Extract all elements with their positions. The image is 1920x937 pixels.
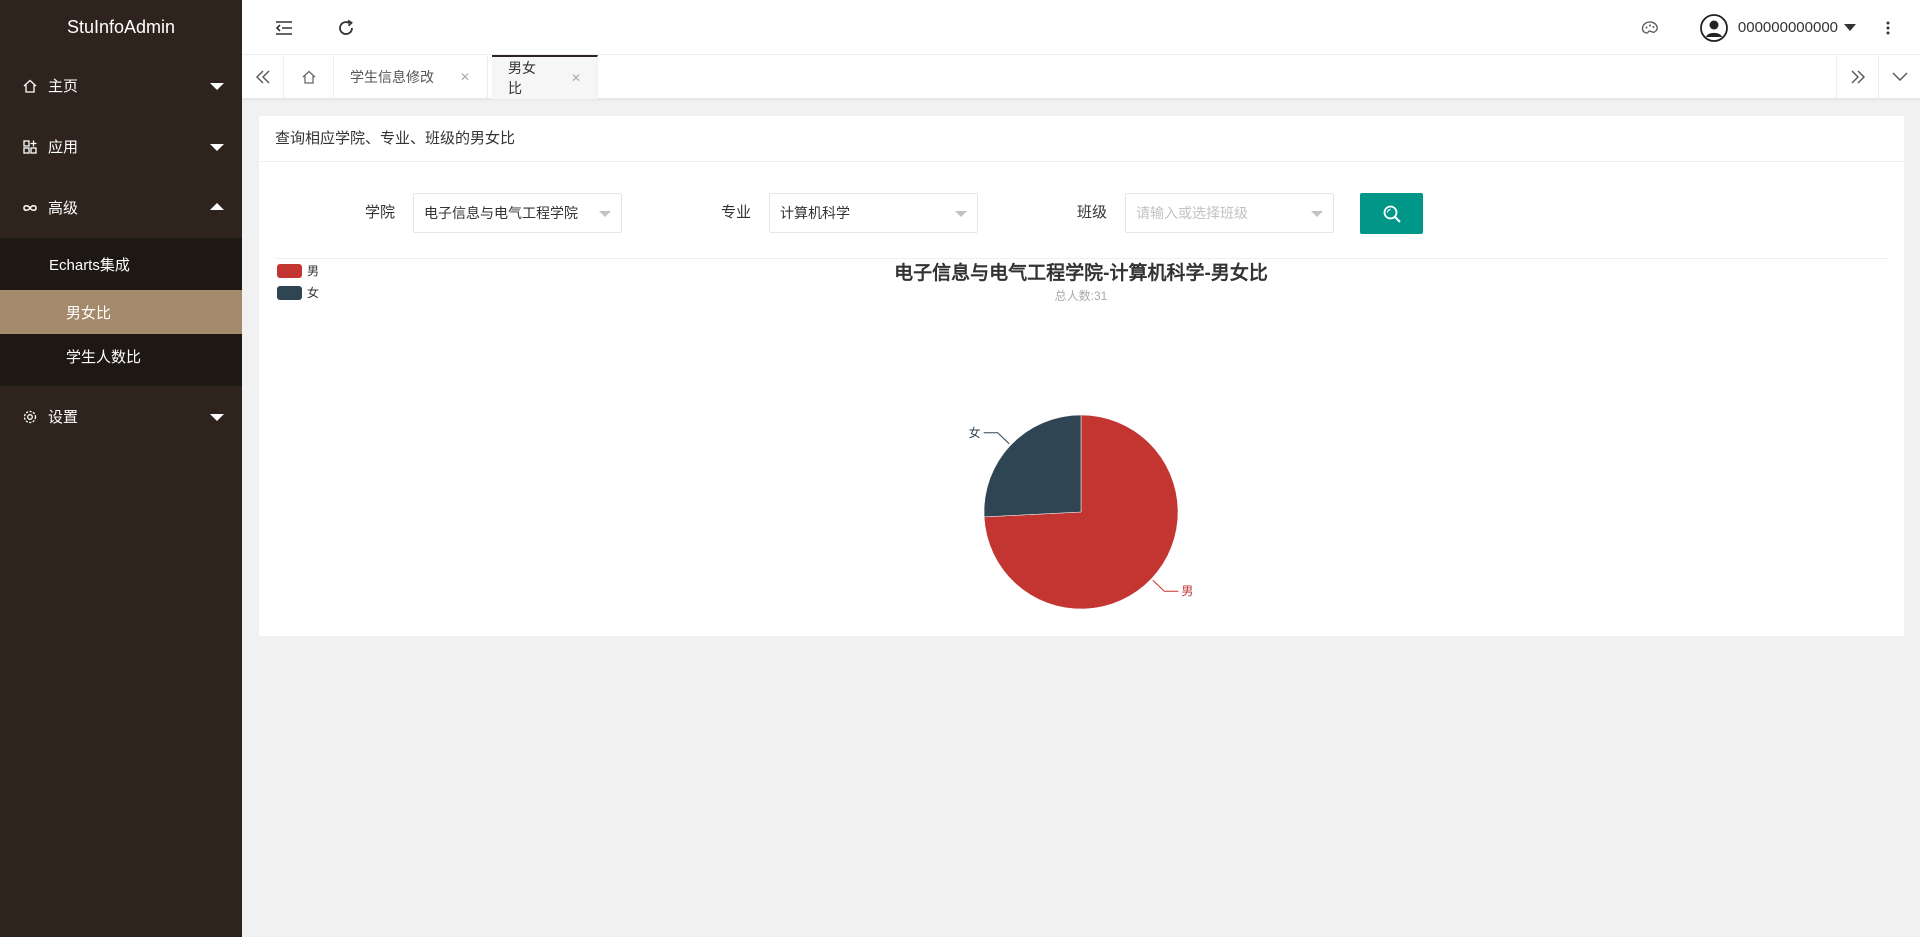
- apps-icon: [22, 139, 38, 155]
- sidebar-item-advanced[interactable]: 高级: [0, 177, 242, 238]
- gender-pie-chart: 电子信息与电气工程学院-计算机科学-男女比 总人数:31 男女 男女: [277, 261, 1268, 610]
- legend-label-0[interactable]: 男: [307, 264, 319, 278]
- close-icon[interactable]: ✕: [571, 71, 581, 85]
- class-input[interactable]: 请输入或选择班级: [1125, 193, 1334, 233]
- more-icon: [1886, 21, 1890, 34]
- pie-slices: [983, 414, 1179, 610]
- tab-bar: 学生信息修改 ✕ 男女比 ✕: [242, 55, 1920, 99]
- college-label: 学院: [364, 204, 395, 221]
- user-avatar-icon: [1699, 13, 1728, 42]
- sidebar-item-echarts[interactable]: Echarts集成: [0, 238, 242, 290]
- chevron-down-icon: [1844, 24, 1856, 31]
- theme-button[interactable]: [1630, 0, 1670, 55]
- major-select-value: 计算机科学: [780, 205, 850, 221]
- major-select[interactable]: 计算机科学: [769, 193, 978, 233]
- double-chevron-left-icon: [255, 70, 269, 84]
- tab-home[interactable]: [284, 55, 334, 99]
- sidebar-item-label: 主页: [48, 78, 79, 95]
- home-icon: [22, 78, 38, 94]
- chevron-up-icon: [210, 202, 224, 210]
- tab-scroll-left-button[interactable]: [242, 55, 284, 99]
- sidebar-item-student-count[interactable]: 学生人数比: [0, 334, 242, 378]
- chevron-down-icon: [210, 413, 224, 421]
- theme-icon: [1641, 20, 1658, 34]
- refresh-button[interactable]: [326, 0, 366, 55]
- tab-scroll-right-button[interactable]: [1836, 55, 1878, 99]
- chevron-down-icon: [210, 143, 224, 151]
- home-icon: [302, 70, 315, 84]
- sidebar-item-label: 应用: [48, 139, 79, 156]
- chevron-down-icon: [1892, 72, 1907, 81]
- chevron-down-icon: [210, 82, 224, 90]
- chart-subtitle: 总人数:31: [1055, 288, 1108, 303]
- pie-label-0: 男: [1181, 584, 1193, 598]
- search-button[interactable]: [1360, 193, 1423, 234]
- sidebar: StuInfoAdmin 主页 应用 高级 Echarts集成 男女比 学生人数…: [0, 0, 242, 937]
- tab-options-button[interactable]: [1878, 55, 1920, 99]
- chevron-down-icon: [599, 211, 611, 217]
- chart-legend: 男女: [277, 264, 319, 300]
- menu-fold-icon: [275, 20, 292, 35]
- legend-label-1[interactable]: 女: [307, 285, 319, 300]
- college-select[interactable]: 电子信息与电气工程学院: [413, 193, 622, 233]
- class-label: 班级: [1076, 204, 1107, 221]
- pie-label-1: 女: [969, 425, 981, 440]
- card-title: 查询相应学院、专业、班级的男女比: [259, 116, 1904, 162]
- class-input-placeholder: 请输入或选择班级: [1136, 205, 1248, 221]
- sidebar-item-gender-ratio[interactable]: 男女比: [0, 290, 242, 334]
- menu-fold-button[interactable]: [264, 0, 304, 55]
- chevron-down-icon: [1311, 211, 1323, 217]
- gender-ratio-card: 查询相应学院、专业、班级的男女比 学院 电子信息与电气工程学院 专业 计算机科学…: [259, 116, 1904, 636]
- sidebar-item-label: 设置: [48, 409, 79, 426]
- sidebar-item-label: 学生人数比: [66, 348, 142, 366]
- tab-label: 学生信息修改: [350, 69, 434, 85]
- sidebar-item-home[interactable]: 主页: [0, 55, 242, 116]
- sidebar-submenu: Echarts集成 男女比 学生人数比: [0, 238, 242, 386]
- chevron-down-icon: [955, 211, 967, 217]
- more-button[interactable]: [1868, 0, 1908, 55]
- sidebar-item-apps[interactable]: 应用: [0, 116, 242, 177]
- gear-icon: [22, 409, 38, 425]
- pie-slice-1[interactable]: [983, 414, 1082, 518]
- major-label: 专业: [720, 204, 751, 221]
- chart-title: 电子信息与电气工程学院-计算机科学-男女比: [894, 261, 1268, 284]
- legend-swatch-1[interactable]: [277, 286, 302, 300]
- top-header: 000000000000: [242, 0, 1920, 55]
- close-icon[interactable]: ✕: [460, 70, 470, 84]
- search-icon: [1383, 205, 1401, 223]
- infinity-icon: [22, 200, 38, 216]
- user-menu[interactable]: 000000000000: [1699, 0, 1856, 55]
- user-name: 000000000000: [1737, 19, 1838, 36]
- refresh-icon: [339, 19, 353, 35]
- sidebar-item-label: Echarts集成: [49, 256, 130, 274]
- tab-label: 男女比: [508, 60, 536, 96]
- sidebar-item-settings[interactable]: 设置: [0, 386, 242, 447]
- legend-swatch-0[interactable]: [277, 264, 302, 278]
- tab-gender-ratio[interactable]: 男女比 ✕: [492, 55, 598, 99]
- tab-student-info-edit[interactable]: 学生信息修改 ✕: [334, 55, 488, 99]
- filter-form: 学院 电子信息与电气工程学院 专业 计算机科学 班级 请输入或选择班级: [259, 193, 1904, 234]
- pie-label-line-0: [1152, 579, 1179, 592]
- college-select-value: 电子信息与电气工程学院: [424, 205, 578, 221]
- double-chevron-right-icon: [1851, 70, 1865, 84]
- app-logo: StuInfoAdmin: [66, 17, 176, 37]
- sidebar-item-label: 男女比: [66, 304, 112, 322]
- pie-label-line-1: [983, 432, 1010, 445]
- sidebar-item-label: 高级: [48, 200, 79, 217]
